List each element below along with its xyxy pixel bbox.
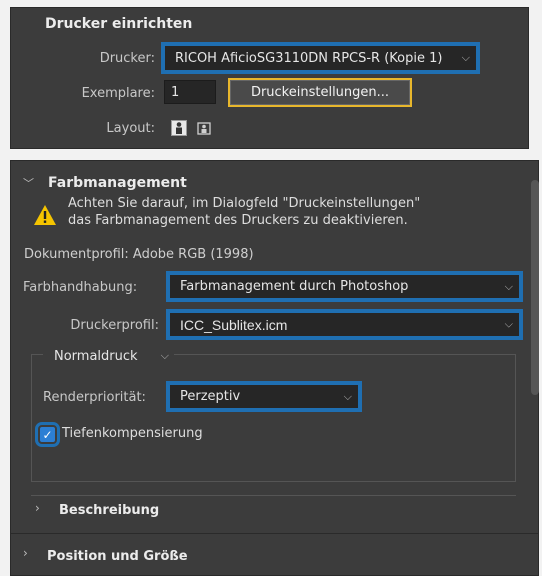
divider (31, 495, 516, 496)
copies-input-value: 1 (171, 84, 180, 100)
warning-icon (33, 204, 57, 230)
printer-setup-title: Drucker einrichten (45, 16, 193, 32)
chevron-down-icon: ⌵ (461, 51, 470, 64)
print-settings-button[interactable]: Druckeinstellungen... (228, 78, 412, 107)
warning-text: Achten Sie darauf, im Dialogfeld "Drucke… (68, 195, 420, 229)
divider (11, 533, 538, 534)
copies-input[interactable]: 1 (164, 80, 216, 104)
disclosure-arrow-icon[interactable]: › (23, 546, 28, 560)
depth-compensation-checkbox[interactable]: ✓ (35, 422, 60, 447)
print-mode-value: Normaldruck (54, 348, 138, 364)
color-handling-value: Farbmanagement durch Photoshop (180, 279, 409, 294)
printer-setup-panel: Drucker einrichten Drucker: RICOH Aficio… (10, 7, 529, 149)
scrollbar[interactable] (531, 180, 539, 395)
position-size-section-title[interactable]: Position und Größe (47, 549, 188, 564)
chevron-down-icon: ⌵ (160, 349, 169, 362)
disclosure-expanded-icon[interactable]: ﹀ (23, 175, 34, 191)
render-options-group (31, 354, 516, 482)
warning-line-1: Achten Sie darauf, im Dialogfeld "Drucke… (68, 196, 421, 211)
printer-select-value: RICOH AficioSG3110DN RPCS-R (Kopie 1) (175, 50, 443, 66)
document-profile-text: Dokumentprofil: Adobe RGB (1998) (24, 247, 254, 262)
render-priority-label: Renderpriorität: (43, 390, 146, 405)
depth-compensation-label[interactable]: Tiefenkompensierung (62, 426, 203, 441)
chevron-down-icon: ⌵ (343, 389, 352, 403)
printer-profile-value: ICC_Sublitex.icm (180, 316, 288, 333)
chevron-down-icon: ⌵ (504, 279, 513, 293)
warning-line-2: das Farbmanagement des Druckers zu deakt… (68, 213, 408, 228)
printer-profile-label: Druckerprofil: (70, 318, 159, 333)
printer-select[interactable]: RICOH AficioSG3110DN RPCS-R (Kopie 1) ⌵ (161, 42, 480, 74)
disclosure-arrow-icon[interactable]: › (35, 501, 40, 515)
printer-label: Drucker: (99, 51, 155, 66)
render-priority-select[interactable]: Perzeptiv ⌵ (166, 381, 362, 412)
landscape-layout-icon[interactable] (196, 120, 212, 136)
checkmark-icon: ✓ (42, 427, 53, 442)
chevron-down-icon: ⌵ (504, 318, 513, 330)
color-management-panel: ﹀ Farbmanagement Achten Sie darauf, im D… (10, 160, 539, 576)
copies-label: Exemplare: (81, 86, 155, 101)
color-handling-label: Farbhandhabung: (23, 280, 138, 295)
description-section-title[interactable]: Beschreibung (59, 503, 159, 518)
layout-label: Layout: (106, 121, 155, 136)
printer-profile-select[interactable]: ICC_Sublitex.icm ⌵ (166, 309, 523, 340)
color-handling-select[interactable]: Farbmanagement durch Photoshop ⌵ (166, 271, 523, 302)
portrait-layout-icon[interactable] (171, 120, 187, 136)
print-mode-select[interactable]: Normaldruck ⌵ (43, 345, 174, 367)
color-management-title: Farbmanagement (48, 175, 187, 191)
render-priority-value: Perzeptiv (180, 389, 241, 404)
